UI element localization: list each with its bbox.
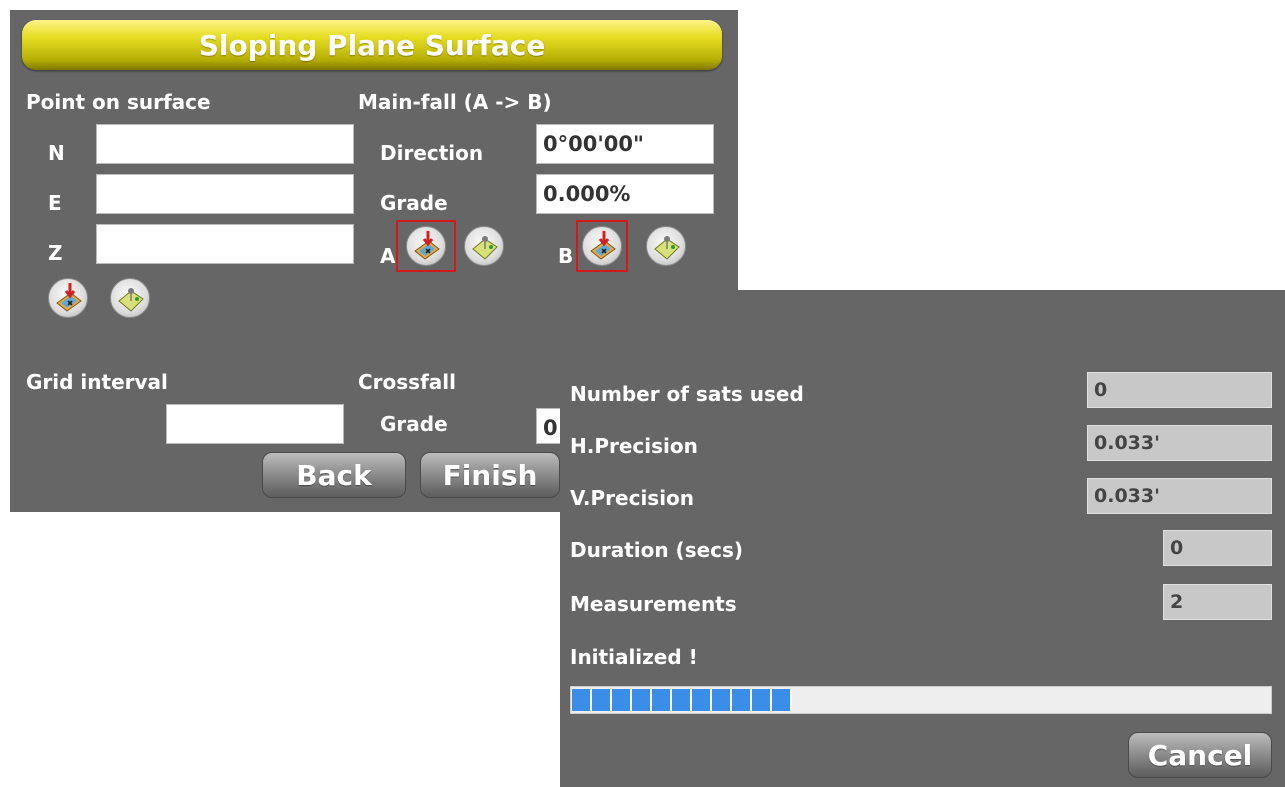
hprec-value: 0.033' [1087, 425, 1272, 461]
measure-point-icon[interactable] [48, 278, 88, 318]
cancel-button[interactable]: Cancel [1128, 732, 1272, 778]
measurements-label: Measurements [570, 592, 737, 616]
z-label: Z [48, 241, 63, 265]
crossfall-heading: Crossfall [358, 370, 456, 394]
grade-label: Grade [380, 191, 448, 215]
progress-bar [570, 686, 1272, 714]
progress-segment [572, 689, 592, 711]
z-field[interactable] [96, 224, 354, 264]
vprec-label: V.Precision [570, 486, 695, 510]
progress-segment [672, 689, 692, 711]
progress-segment [732, 689, 752, 711]
progress-segment [692, 689, 712, 711]
select-point-icon[interactable] [110, 278, 150, 318]
point-on-surface-heading: Point on surface [26, 90, 211, 114]
grade-field[interactable]: 0.000% [536, 174, 714, 214]
sats-label: Number of sats used [570, 382, 804, 406]
n-field[interactable] [96, 124, 354, 164]
grid-interval-label: Grid interval [26, 370, 168, 394]
back-button[interactable]: Back [262, 452, 406, 498]
duration-value: 0 [1163, 530, 1272, 566]
finish-button[interactable]: Finish [420, 452, 560, 498]
select-point-b-icon[interactable] [646, 226, 686, 266]
select-point-a-icon[interactable] [464, 226, 504, 266]
progress-segment [752, 689, 772, 711]
measure-point-b-icon[interactable] [582, 226, 622, 266]
measure-point-a-icon[interactable] [406, 226, 446, 266]
direction-field[interactable]: 0°00'00" [536, 124, 714, 164]
progress-segment [592, 689, 612, 711]
duration-label: Duration (secs) [570, 538, 744, 562]
grid-interval-field[interactable] [166, 404, 344, 444]
e-label: E [48, 191, 62, 215]
vprec-value: 0.033' [1087, 478, 1272, 514]
direction-label: Direction [380, 141, 484, 165]
hprec-label: H.Precision [570, 434, 698, 458]
measurements-value: 2 [1163, 584, 1272, 620]
progress-segment [612, 689, 632, 711]
n-label: N [48, 141, 65, 165]
point-b-label: B [558, 244, 574, 268]
e-field[interactable] [96, 174, 354, 214]
point-a-label: A [380, 244, 396, 268]
crossfall-grade-label: Grade [380, 412, 448, 436]
status-text: Initialized ! [570, 645, 698, 669]
progress-segment [712, 689, 732, 711]
progress-segment [772, 689, 792, 711]
mainfall-heading: Main-fall (A -> B) [358, 90, 552, 114]
sats-value: 0 [1087, 372, 1272, 408]
dialog-title: Sloping Plane Surface [22, 20, 722, 70]
progress-segment [632, 689, 652, 711]
progress-segment [652, 689, 672, 711]
